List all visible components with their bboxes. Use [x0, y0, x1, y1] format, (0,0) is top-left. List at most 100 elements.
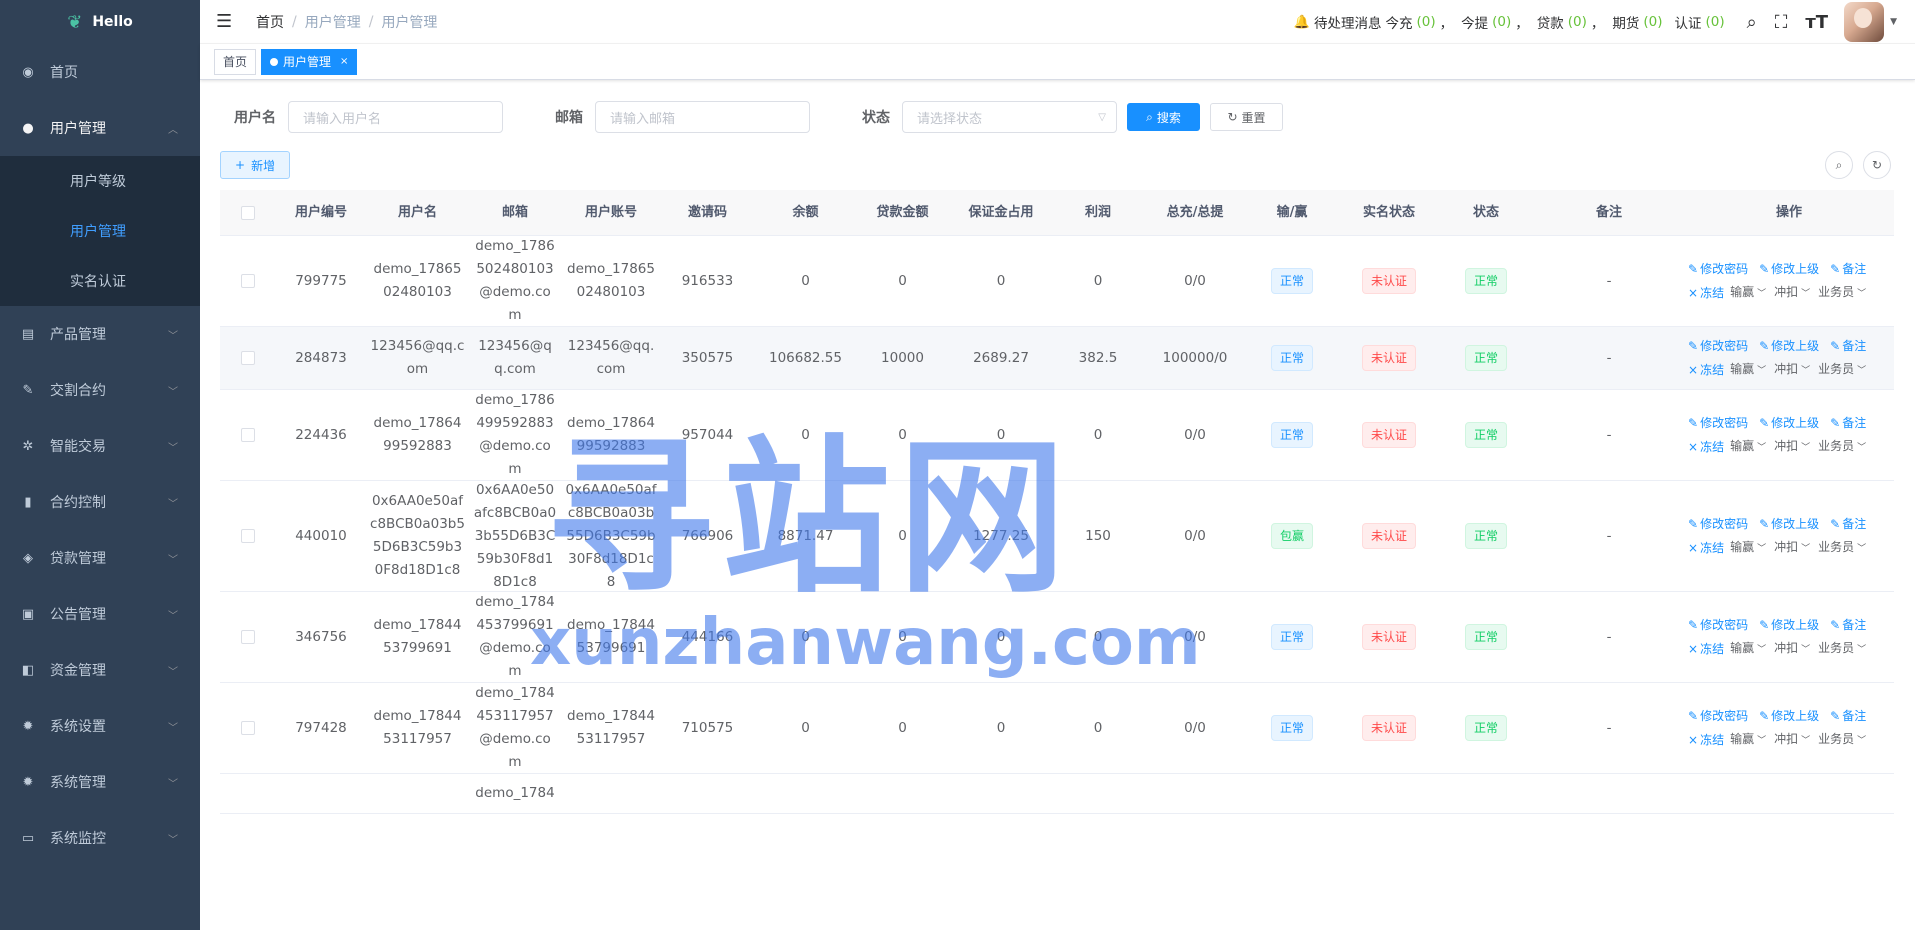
- note-link[interactable]: ✎ 备注: [1830, 614, 1866, 637]
- edit-password-link[interactable]: ✎ 修改密码: [1688, 412, 1748, 435]
- edit-parent-link[interactable]: ✎ 修改上级: [1759, 513, 1819, 536]
- edit-parent-link[interactable]: ✎ 修改上级: [1759, 412, 1819, 435]
- logo[interactable]: ❦ Hello: [0, 0, 200, 44]
- row-checkbox[interactable]: [241, 351, 255, 365]
- winlose-dropdown[interactable]: 输赢 ﹀: [1730, 536, 1766, 561]
- sidebar-item[interactable]: ✎ 交割合约 ﹀: [0, 362, 200, 418]
- edit-password-link[interactable]: ✎ 修改密码: [1688, 258, 1748, 281]
- edit-parent-link[interactable]: ✎ 修改上级: [1759, 705, 1819, 728]
- sidebar-item[interactable]: ✲ 智能交易 ﹀: [0, 418, 200, 474]
- submenu-item[interactable]: 用户管理: [0, 206, 200, 256]
- search-toggle-icon[interactable]: ⌕: [1825, 151, 1853, 179]
- winlose-dropdown[interactable]: 输赢 ﹀: [1730, 281, 1766, 306]
- freeze-link[interactable]: × 冻结: [1688, 537, 1724, 560]
- chevron-down-icon: ﹀: [168, 442, 178, 454]
- edit-password-link[interactable]: ✎ 修改密码: [1688, 614, 1748, 637]
- freeze-link[interactable]: × 冻结: [1688, 729, 1724, 752]
- sidebar-item[interactable]: ▣ 公告管理 ﹀: [0, 586, 200, 642]
- refresh-icon[interactable]: ↻: [1863, 151, 1891, 179]
- salesman-dropdown[interactable]: 业务员 ﹀: [1818, 637, 1866, 662]
- table-row[interactable]: demo_1784: [220, 774, 1894, 814]
- tag-user-management[interactable]: 用户管理 ×: [261, 48, 358, 75]
- note-link[interactable]: ✎ 备注: [1830, 412, 1866, 435]
- username-input[interactable]: 请输入用户名: [288, 101, 503, 133]
- salesman-dropdown[interactable]: 业务员 ﹀: [1818, 536, 1866, 561]
- sidebar-item[interactable]: ✹ 系统设置 ﹀: [0, 698, 200, 754]
- offset-dropdown[interactable]: 冲扣 ﹀: [1774, 536, 1810, 561]
- column-header: 用户账号: [584, 205, 637, 220]
- font-size-icon[interactable]: ᴛT: [1805, 12, 1828, 33]
- note-link[interactable]: ✎ 备注: [1830, 705, 1866, 728]
- table-row[interactable]: 284873 123456@qq.com 123456@qq.com 123456@q…: [220, 327, 1894, 390]
- note-link[interactable]: ✎ 备注: [1830, 258, 1866, 281]
- edit-password-link[interactable]: ✎ 修改密码: [1688, 705, 1748, 728]
- salesman-dropdown[interactable]: 业务员 ﹀: [1818, 281, 1866, 306]
- offset-dropdown[interactable]: 冲扣 ﹀: [1774, 435, 1810, 460]
- status-select[interactable]: 请选择状态 ▽: [902, 101, 1117, 133]
- winlose-dropdown[interactable]: 输赢 ﹀: [1730, 435, 1766, 460]
- row-checkbox[interactable]: [241, 529, 255, 543]
- offset-dropdown[interactable]: 冲扣 ﹀: [1774, 637, 1810, 662]
- email-input[interactable]: 请输入邮箱: [595, 101, 810, 133]
- table-row[interactable]: 440010 0x6AA0e50afc8BCB0a03b55D6B3C59b30F…: [220, 481, 1894, 592]
- hamburger-icon[interactable]: ☰: [216, 11, 236, 32]
- freeze-link[interactable]: × 冻结: [1688, 436, 1724, 459]
- sidebar-item[interactable]: ▤ 产品管理 ﹀: [0, 306, 200, 362]
- select-all-checkbox[interactable]: [241, 205, 255, 220]
- freeze-link[interactable]: × 冻结: [1688, 638, 1724, 661]
- table-row[interactable]: 797428 demo_1784453117957 demo_17844531179…: [220, 683, 1894, 774]
- search-icon[interactable]: ⌕: [1747, 12, 1757, 33]
- salesman-dropdown-label: 业务员: [1818, 284, 1855, 299]
- cell-id: 224436: [295, 426, 347, 443]
- sidebar-item[interactable]: ✹ 系统管理 ﹀: [0, 754, 200, 810]
- note-link[interactable]: ✎ 备注: [1830, 335, 1866, 358]
- winlose-dropdown[interactable]: 输赢 ﹀: [1730, 728, 1766, 753]
- tag-home[interactable]: 首页: [214, 48, 257, 75]
- sidebar-item[interactable]: ▭ 系统监控 ﹀: [0, 810, 200, 866]
- submenu-item[interactable]: 用户等级: [0, 156, 200, 206]
- submenu-item[interactable]: 实名认证: [0, 256, 200, 306]
- breadcrumb-home[interactable]: 首页: [256, 12, 284, 32]
- note-link[interactable]: ✎ 备注: [1830, 513, 1866, 536]
- actions-line-1: ✎ 修改密码 ✎ 修改上级 ✎ 备注: [1688, 512, 1877, 536]
- salesman-dropdown[interactable]: 业务员 ﹀: [1818, 728, 1866, 753]
- salesman-dropdown[interactable]: 业务员 ﹀: [1818, 358, 1866, 383]
- offset-dropdown[interactable]: 冲扣 ﹀: [1774, 728, 1810, 753]
- table-row[interactable]: 346756 demo_1784453799691 demo_17844537996…: [220, 592, 1894, 683]
- offset-dropdown[interactable]: 冲扣 ﹀: [1774, 358, 1810, 383]
- sidebar-item[interactable]: ◧ 资金管理 ﹀: [0, 642, 200, 698]
- fullscreen-icon[interactable]: ⛶: [1775, 12, 1788, 33]
- freeze-link[interactable]: × 冻结: [1688, 282, 1724, 305]
- winlose-dropdown[interactable]: 输赢 ﹀: [1730, 358, 1766, 383]
- edit-password-link[interactable]: ✎ 修改密码: [1688, 513, 1748, 536]
- add-button[interactable]: + 新增: [220, 151, 291, 179]
- cell-margin: 0: [996, 426, 1006, 443]
- table-row[interactable]: 799775 demo_1786502480103 demo_17865024801…: [220, 236, 1894, 327]
- winlose-dropdown[interactable]: 输赢 ﹀: [1730, 637, 1766, 662]
- caret-down-icon[interactable]: ▼: [1890, 17, 1897, 27]
- row-checkbox[interactable]: [241, 721, 255, 735]
- freeze-link[interactable]: × 冻结: [1688, 359, 1724, 382]
- edit-parent-link[interactable]: ✎ 修改上级: [1759, 258, 1819, 281]
- edit-parent-link[interactable]: ✎ 修改上级: [1759, 335, 1819, 358]
- salesman-dropdown[interactable]: 业务员 ﹀: [1818, 435, 1866, 460]
- table-row[interactable]: 224436 demo_1786499592883 demo_17864995928…: [220, 390, 1894, 481]
- sidebar-item[interactable]: ◈ 贷款管理 ﹀: [0, 530, 200, 586]
- row-checkbox[interactable]: [241, 428, 255, 442]
- reset-button[interactable]: ↻ 重置: [1210, 103, 1283, 131]
- search-button[interactable]: ⌕ 搜索: [1127, 103, 1200, 131]
- offset-dropdown[interactable]: 冲扣 ﹀: [1774, 281, 1810, 306]
- edit-parent-link[interactable]: ✎ 修改上级: [1759, 614, 1819, 637]
- sidebar-item[interactable]: ◉ 首页: [0, 44, 200, 100]
- freeze-label: 冻结: [1700, 362, 1725, 377]
- close-icon[interactable]: ×: [340, 50, 348, 74]
- avatar[interactable]: [1844, 2, 1885, 42]
- sidebar-item[interactable]: ● 用户管理 ︿: [0, 100, 200, 156]
- sidebar-item[interactable]: ▮ 合约控制 ﹀: [0, 474, 200, 530]
- notice-bar[interactable]: 🔔 待处理消息 今充 (0) ， 今提 (0) ， 贷款 (0) ， 期货 (0…: [1294, 12, 1729, 32]
- row-checkbox[interactable]: [241, 274, 255, 288]
- row-checkbox[interactable]: [241, 630, 255, 644]
- edit-password-link[interactable]: ✎ 修改密码: [1688, 335, 1748, 358]
- cell-profit: 150: [1085, 527, 1111, 544]
- cell-username: demo_1786502480103: [373, 261, 462, 300]
